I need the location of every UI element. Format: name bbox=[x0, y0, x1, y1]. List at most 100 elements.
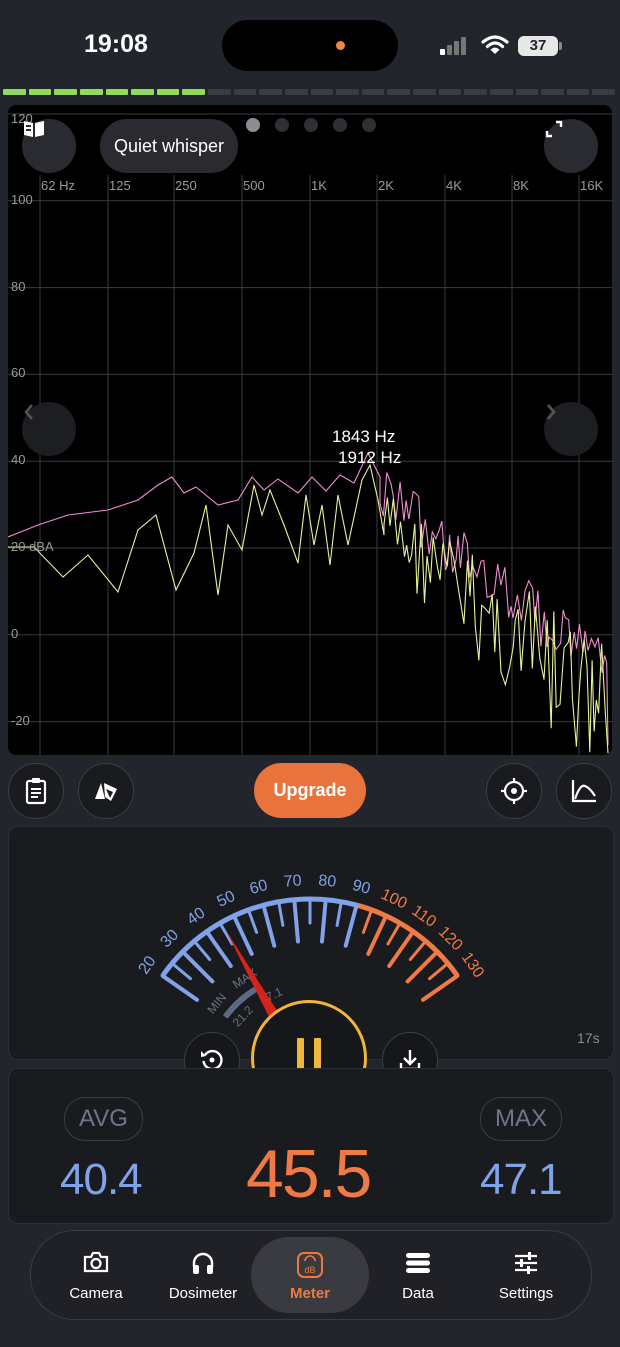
x-axis-label: 500 bbox=[243, 178, 265, 193]
page-dot[interactable] bbox=[246, 118, 260, 132]
tab-meter[interactable]: dB Meter bbox=[251, 1237, 369, 1313]
tab-data[interactable]: Data bbox=[363, 1231, 473, 1319]
chevron-left-icon bbox=[24, 404, 33, 420]
x-axis-label: 1K bbox=[311, 178, 327, 193]
page-dot[interactable] bbox=[275, 118, 289, 132]
level-segment bbox=[182, 89, 205, 95]
chart-curve-icon bbox=[571, 780, 596, 803]
gauge-scale-label: 80 bbox=[318, 872, 337, 891]
clipboard-icon bbox=[25, 778, 47, 805]
page-dot[interactable] bbox=[304, 118, 318, 132]
level-segment bbox=[566, 89, 590, 95]
level-segment bbox=[233, 89, 257, 95]
cellular-signal-icon bbox=[440, 37, 472, 55]
tab-label: Data bbox=[402, 1285, 434, 1302]
level-segment bbox=[541, 89, 564, 95]
gauge-scale-label: 120 bbox=[435, 923, 466, 954]
level-segment bbox=[54, 89, 77, 95]
report-button[interactable] bbox=[8, 763, 64, 819]
avg-value: 40.4 bbox=[60, 1155, 143, 1204]
tab-label: Settings bbox=[498, 1285, 554, 1302]
y-axis-label: 100 bbox=[11, 191, 33, 207]
tab-label: Camera bbox=[69, 1285, 123, 1302]
upgrade-button[interactable]: Upgrade bbox=[254, 763, 366, 818]
level-segment bbox=[592, 89, 615, 95]
level-segment bbox=[131, 89, 154, 95]
level-bar-strip bbox=[3, 89, 615, 95]
level-segment bbox=[3, 89, 26, 95]
tab-camera[interactable]: Camera bbox=[41, 1231, 151, 1319]
db-meter-icon: dB bbox=[297, 1252, 323, 1278]
gauge-tick bbox=[160, 973, 199, 1002]
gauge-tick bbox=[261, 903, 277, 948]
gauge-tick bbox=[335, 900, 343, 927]
gauge-scale-label: 130 bbox=[458, 949, 487, 981]
page-dot[interactable] bbox=[333, 118, 347, 132]
acoustic-panel-icon bbox=[95, 783, 117, 801]
gauge-tick bbox=[386, 921, 402, 946]
svg-text:dB: dB bbox=[304, 1265, 315, 1275]
calibrate-button[interactable] bbox=[486, 763, 542, 819]
guide-book-button[interactable] bbox=[22, 119, 76, 173]
level-segment bbox=[438, 89, 462, 95]
y-axis-label: 80 bbox=[11, 278, 26, 294]
wifi-icon bbox=[481, 35, 509, 54]
y-axis-label: 60 bbox=[11, 365, 26, 381]
x-axis-label: 125 bbox=[109, 178, 131, 193]
recording-indicator-icon bbox=[336, 41, 345, 50]
current-db-value: 45.5 bbox=[246, 1136, 372, 1212]
gauge-tick bbox=[366, 913, 389, 956]
camera-icon bbox=[83, 1251, 109, 1273]
spectrum-analyzer[interactable]: 120 100 80 60 40 20 dBA 0 -20 62 Hz 125 250 500 1K 2… bbox=[8, 105, 612, 755]
level-segment bbox=[156, 89, 180, 95]
sliders-icon bbox=[515, 1252, 537, 1274]
battery-tip bbox=[559, 42, 562, 50]
gauge-tick bbox=[408, 939, 428, 961]
gauge-scale-label: 100 bbox=[378, 886, 409, 913]
level-segment bbox=[413, 89, 436, 95]
gauge-scale-label: 40 bbox=[184, 904, 208, 928]
x-axis-label: 4K bbox=[446, 178, 462, 193]
gauge-tick bbox=[192, 939, 212, 961]
expand-icon bbox=[545, 120, 563, 138]
spectrum-plot bbox=[8, 113, 612, 755]
y-axis-label: 0 bbox=[11, 625, 19, 641]
page-indicator[interactable] bbox=[246, 118, 376, 132]
level-segment bbox=[284, 89, 308, 95]
level-segment bbox=[105, 89, 129, 95]
level-segment bbox=[208, 89, 231, 95]
level-segment bbox=[336, 89, 359, 95]
gauge-scale-label: 90 bbox=[350, 877, 372, 898]
graph-button[interactable] bbox=[556, 763, 612, 819]
gauge-tick bbox=[361, 908, 374, 934]
tab-dosimeter[interactable]: Dosimeter bbox=[148, 1231, 258, 1319]
fullscreen-button[interactable] bbox=[544, 119, 598, 173]
y-axis-label: 40 bbox=[11, 452, 26, 468]
mode-preset-button[interactable]: Quiet whisper bbox=[100, 119, 239, 173]
next-page-button[interactable] bbox=[544, 402, 598, 456]
tab-settings[interactable]: Settings bbox=[471, 1231, 581, 1319]
gauge-tick bbox=[170, 961, 192, 981]
weighting-button[interactable] bbox=[78, 763, 134, 819]
tab-label: Meter bbox=[289, 1285, 330, 1302]
max-value: 47.1 bbox=[480, 1155, 563, 1204]
y-axis-label: 20 dBA bbox=[11, 539, 54, 554]
x-axis-label: 2K bbox=[378, 178, 394, 193]
level-segment bbox=[464, 89, 487, 95]
gauge-scale-label: 60 bbox=[248, 877, 270, 898]
avg-label[interactable]: AVG bbox=[64, 1097, 143, 1141]
gauge-tick bbox=[428, 961, 450, 981]
status-time: 19:08 bbox=[84, 30, 148, 58]
tab-bar: Camera Dosimeter dB Meter Data Settings bbox=[30, 1230, 592, 1320]
gauge-scale-label: 70 bbox=[283, 872, 302, 891]
page-dot[interactable] bbox=[362, 118, 376, 132]
max-label[interactable]: MAX bbox=[480, 1097, 563, 1141]
headphones-icon bbox=[192, 1252, 214, 1274]
level-segment bbox=[79, 89, 103, 95]
level-segment bbox=[361, 89, 385, 95]
gauge-tick bbox=[246, 908, 259, 934]
x-axis-label: 62 Hz bbox=[41, 178, 75, 193]
crosshair-icon bbox=[501, 778, 527, 804]
dynamic-island bbox=[222, 20, 398, 71]
previous-page-button[interactable] bbox=[22, 402, 76, 456]
